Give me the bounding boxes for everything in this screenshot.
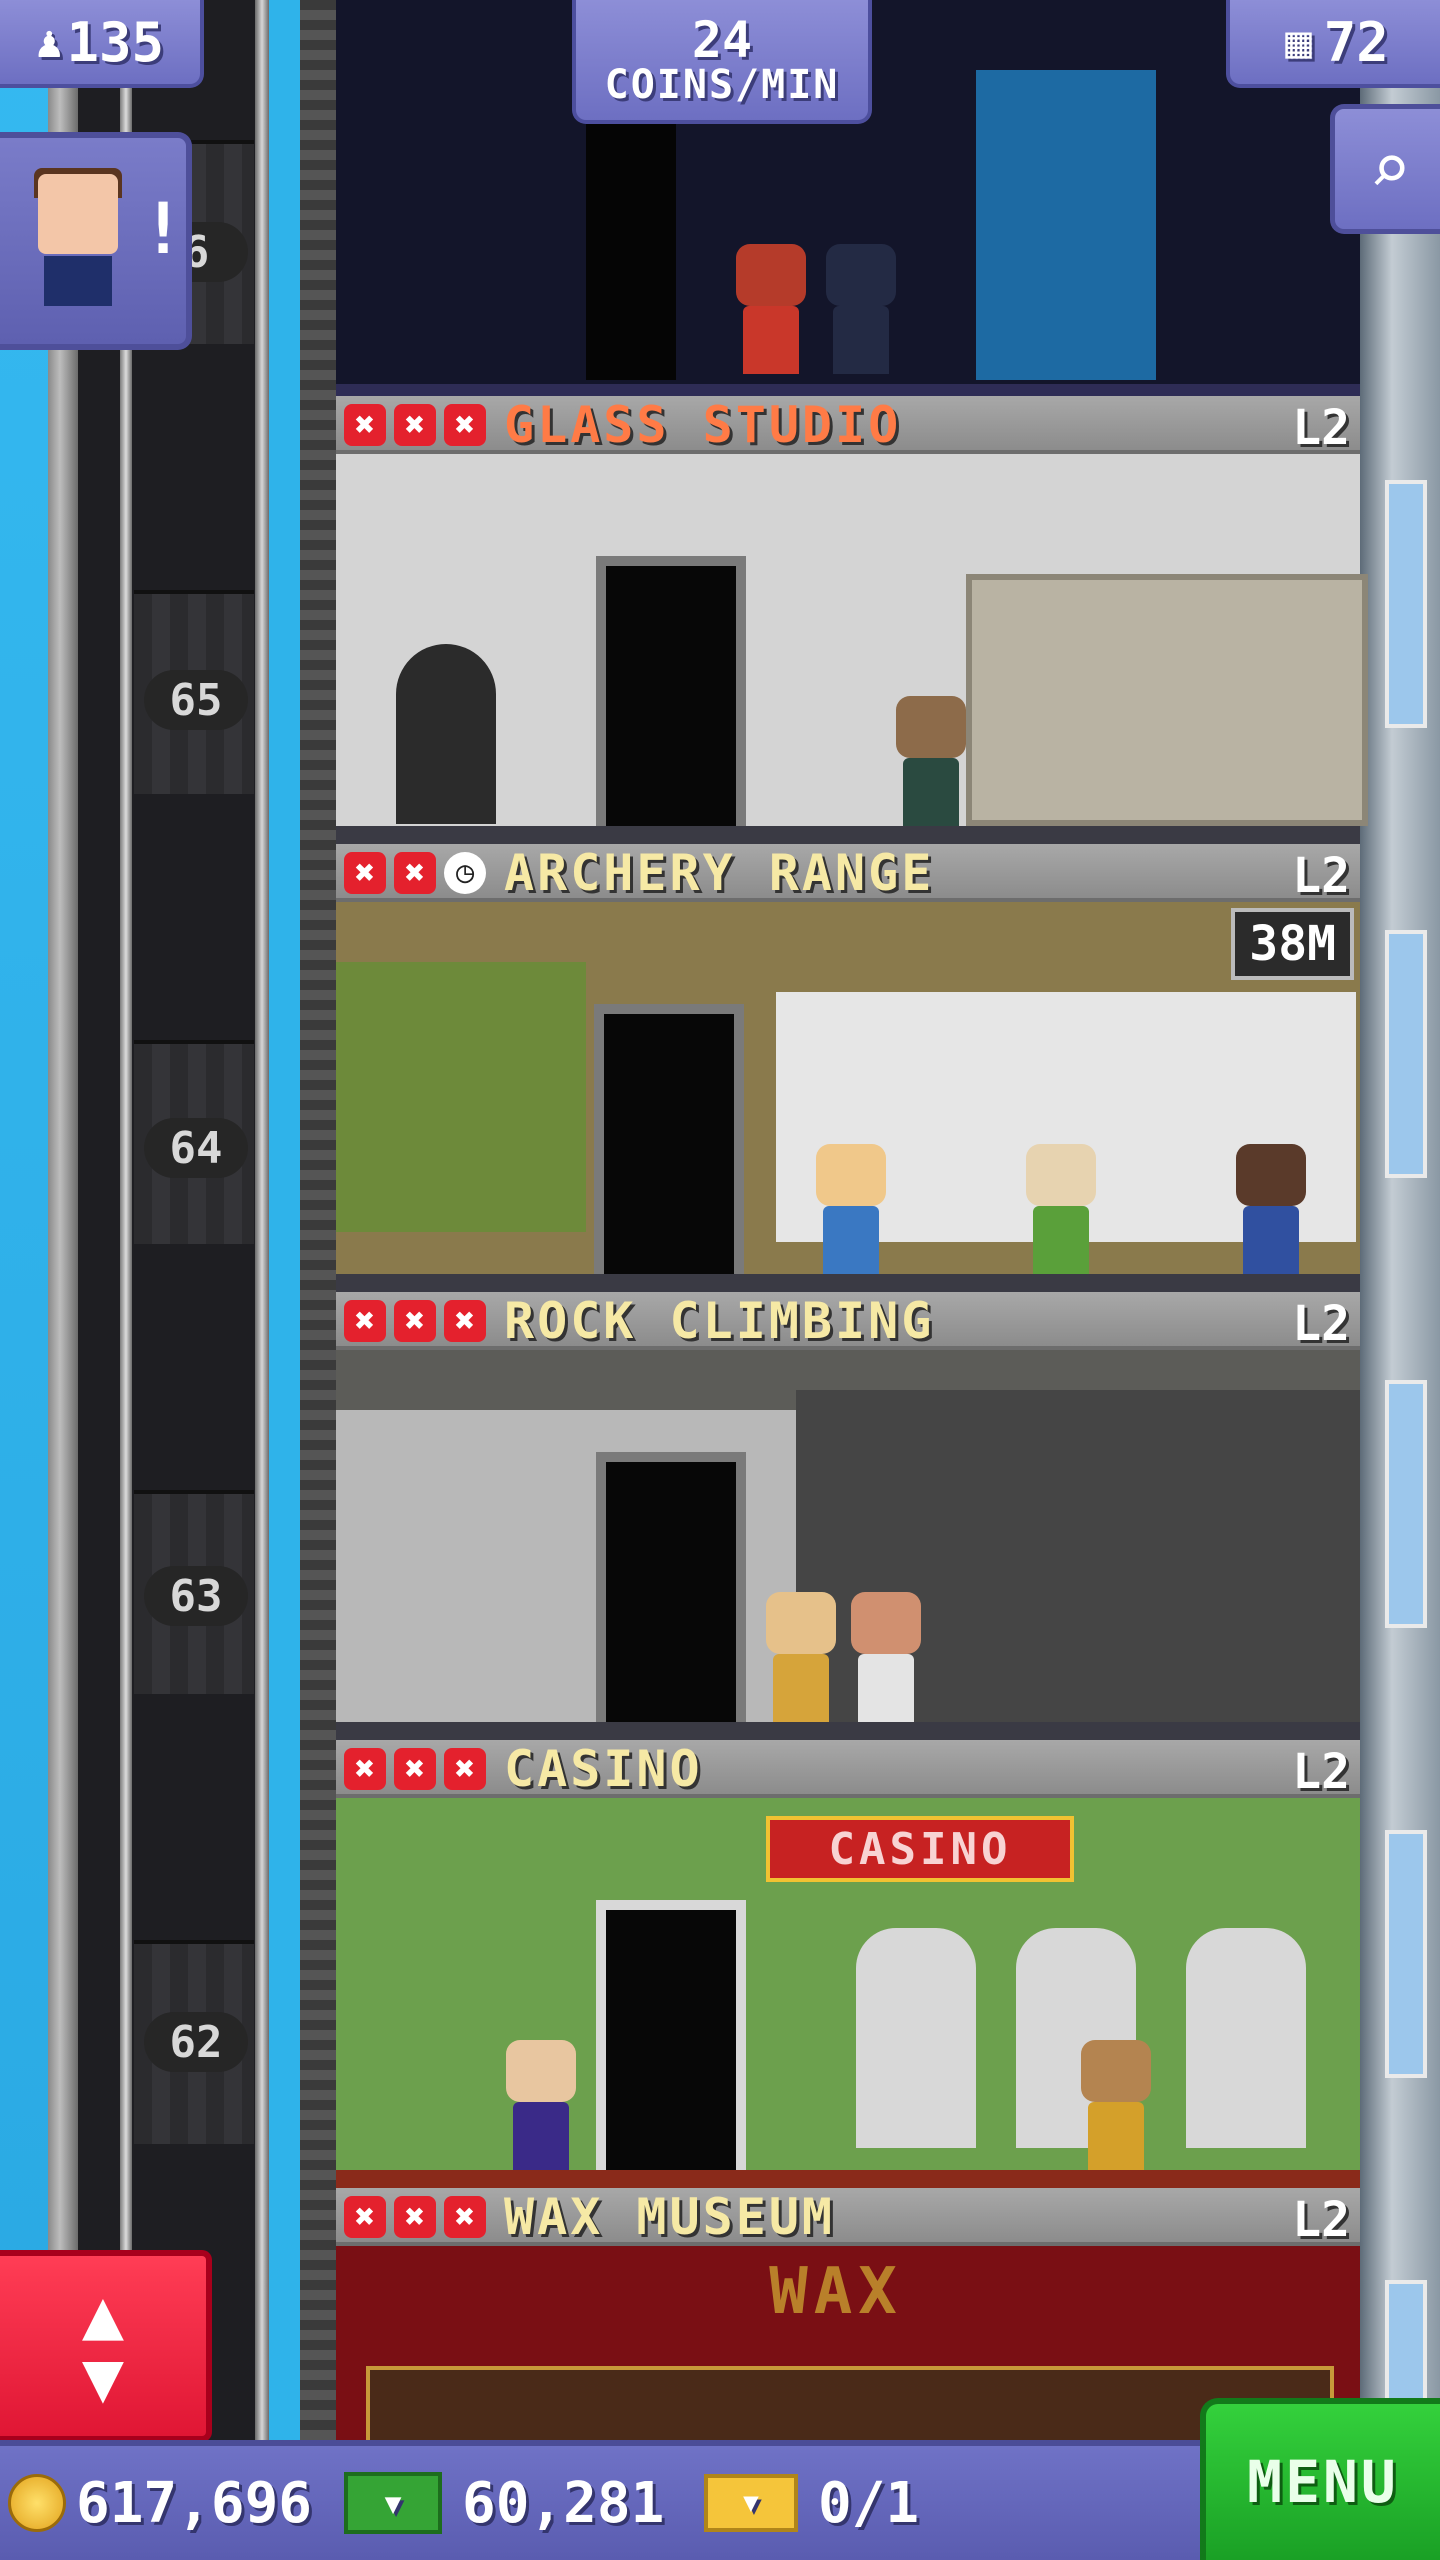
stock-empty-icon: ✖ (344, 2196, 386, 2238)
floor-title-bar[interactable]: ✖ ✖ ✖ GLASS STUDIO L2 (336, 396, 1360, 456)
sky-background (0, 0, 48, 2440)
floor-rock-climbing[interactable]: ✖ ✖ ✖ ROCK CLIMBING L2 (336, 1292, 1360, 1740)
alert-icon: ! (142, 188, 185, 270)
tower-window (1385, 1830, 1427, 2078)
elevator-rail-right (255, 0, 269, 2440)
stock-empty-icon: ✖ (394, 404, 436, 446)
floor-glass-studio[interactable]: ✖ ✖ ✖ GLASS STUDIO L2 (336, 396, 1368, 844)
room-door (596, 1900, 746, 2170)
tower-window (1385, 930, 1427, 1178)
floor-name: GLASS STUDIO (504, 396, 902, 454)
search-button[interactable]: ⌕ (1330, 104, 1440, 234)
up-down-arrows-icon: ▲ ▼ (81, 2273, 125, 2418)
room-door (596, 556, 746, 826)
stock-empty-icon: ✖ (394, 1300, 436, 1342)
bitizen[interactable] (736, 244, 806, 374)
floor-level: L2 (1292, 1744, 1350, 1800)
coins-per-minute[interactable]: 24 COINS/MIN (572, 0, 872, 124)
hologram-display (976, 70, 1156, 380)
building-icon: ▦ (1285, 16, 1312, 68)
bitizen[interactable] (1236, 1144, 1306, 1274)
tower-bux-icon: ▼ (344, 2472, 442, 2534)
bitizen-avatar (38, 174, 118, 254)
tower-window (1385, 480, 1427, 728)
stock-empty-icon: ✖ (344, 852, 386, 894)
floor-archery-range[interactable]: ✖ ✖ ◷ ARCHERY RANGE L2 38M (336, 844, 1360, 1292)
stock-empty-icon: ✖ (394, 1748, 436, 1790)
ticket-balance[interactable]: ▼ 0/1 (704, 2446, 919, 2560)
floor-level: L2 (1292, 400, 1350, 456)
floor-number: 63 (144, 1566, 248, 1626)
floor-name: ARCHERY RANGE (504, 844, 935, 902)
floor-level: L2 (1292, 848, 1350, 904)
stock-empty-icon: ✖ (444, 1748, 486, 1790)
floor-level: L2 (1292, 1296, 1350, 1352)
coin-value: 617,696 (76, 2470, 313, 2536)
population-value: 135 (66, 10, 165, 74)
room-door (594, 1004, 744, 1274)
restock-timer: 38M (1231, 908, 1354, 980)
rock-climbing-room (336, 1350, 1360, 1740)
coins-per-min-value: 24 (691, 11, 753, 69)
floor-level: L2 (1292, 2192, 1350, 2248)
elevator-rail-left (120, 0, 132, 2440)
elevator-button[interactable]: ▲ ▼ (0, 2250, 212, 2442)
slot-machine (856, 1928, 976, 2148)
floor-number: 62 (144, 2012, 248, 2072)
shaft-girder (300, 0, 336, 2440)
stock-empty-icon: ✖ (344, 1748, 386, 1790)
bitizen[interactable] (506, 2040, 576, 2170)
stock-empty-icon: ✖ (444, 2196, 486, 2238)
floor-title-bar[interactable]: ✖ ✖ ✖ CASINO L2 (336, 1740, 1360, 1800)
floor-name: CASINO (504, 1740, 703, 1798)
room-door (596, 1452, 746, 1722)
golden-ticket-icon: ▼ (704, 2474, 798, 2532)
slot-machine (1186, 1928, 1306, 2148)
bitizen[interactable] (816, 1144, 886, 1274)
floor-name: ROCK CLIMBING (504, 1292, 935, 1350)
person-icon: ♟ (35, 16, 63, 68)
floor-number: 64 (144, 1118, 248, 1178)
tower-outer-wall (48, 0, 78, 2440)
coin-balance[interactable]: 617,696 (8, 2446, 312, 2560)
magnifier-icon: ⌕ (1368, 128, 1412, 210)
stock-empty-icon: ✖ (444, 1300, 486, 1342)
bitizen[interactable] (1081, 2040, 1151, 2170)
room-door (586, 110, 676, 380)
stock-empty-icon: ✖ (344, 404, 386, 446)
bux-value: 60,281 (462, 2470, 665, 2536)
bux-balance[interactable]: ▼ 60,281 (344, 2446, 664, 2560)
stock-empty-icon: ✖ (394, 852, 436, 894)
bitizen[interactable] (766, 1592, 836, 1722)
population-counter[interactable]: ♟ 135 (0, 0, 204, 88)
floor-count-value: 72 (1323, 10, 1389, 74)
tower-window (1385, 1380, 1427, 1628)
coins-per-min-label: COINS/MIN (604, 62, 840, 108)
bitizen-mission-button[interactable]: ! (0, 132, 192, 350)
floor-title-bar[interactable]: ✖ ✖ ✖ WAX MUSEUM L2 (336, 2188, 1360, 2248)
floor-counter[interactable]: ▦ 72 (1226, 0, 1440, 88)
floor-title-bar[interactable]: ✖ ✖ ◷ ARCHERY RANGE L2 (336, 844, 1360, 904)
bitizen[interactable] (851, 1592, 921, 1722)
stock-empty-icon: ✖ (344, 1300, 386, 1342)
floor-number: 65 (144, 670, 248, 730)
archery-range-room: 38M (336, 902, 1360, 1292)
coin-icon (8, 2474, 66, 2532)
casino-sign: CASINO (766, 1816, 1074, 1882)
bitizen[interactable] (826, 244, 896, 374)
wax-sign: WAX (769, 2255, 903, 2329)
restock-clock-icon: ◷ (444, 852, 486, 894)
casino-room: CASINO (336, 1798, 1360, 2188)
stock-empty-icon: ✖ (444, 404, 486, 446)
stock-empty-icon: ✖ (394, 2196, 436, 2238)
bitizen[interactable] (1026, 1144, 1096, 1274)
bitizen[interactable] (896, 696, 966, 826)
floor-casino[interactable]: ✖ ✖ ✖ CASINO L2 CASINO (336, 1740, 1360, 2188)
ticket-value: 0/1 (818, 2470, 920, 2536)
glass-studio-room (336, 454, 1368, 844)
floor-title-bar[interactable]: ✖ ✖ ✖ ROCK CLIMBING L2 (336, 1292, 1360, 1352)
floor-name: WAX MUSEUM (504, 2188, 836, 2246)
menu-button[interactable]: MENU (1200, 2398, 1440, 2560)
